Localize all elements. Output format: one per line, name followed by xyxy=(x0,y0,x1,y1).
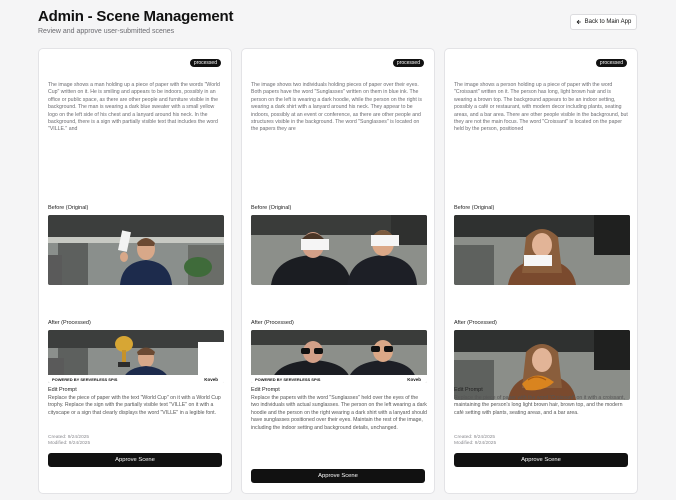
edit-prompt-label: Edit Prompt xyxy=(251,387,280,393)
modified-date: Modified: 9/24/2025 xyxy=(454,441,497,446)
scene-description: The image shows two individuals holding … xyxy=(251,82,423,133)
modified-date: Modified: 9/24/2025 xyxy=(48,441,91,446)
edit-prompt-text: Replace the piece of paper with the text… xyxy=(48,395,221,416)
scene-description: The image shows a person holding up a pi… xyxy=(454,82,628,133)
before-label: Before (Original) xyxy=(251,205,292,211)
before-image xyxy=(48,215,224,285)
status-badge: processed xyxy=(392,59,424,67)
scene-dates: Created: 9/24/2025 Modified: 9/24/2025 xyxy=(48,435,90,447)
after-image: POWERED BY SERVERLESS SPIS Koveb xyxy=(251,330,427,383)
arrow-left-icon xyxy=(576,19,581,25)
approve-scene-button[interactable]: Approve Scene xyxy=(454,453,628,467)
back-to-main-button[interactable]: Back to Main App xyxy=(570,14,637,30)
status-badge: processed xyxy=(595,59,627,67)
after-label: After (Processed) xyxy=(48,320,91,326)
after-label: After (Processed) xyxy=(454,320,497,326)
scene-card: processed The image shows a man holding … xyxy=(38,48,232,494)
after-banner-text: POWERED BY SERVERLESS SPIS xyxy=(52,377,118,382)
scene-card: processed The image shows a person holdi… xyxy=(444,48,638,494)
edit-prompt-label: Edit Prompt xyxy=(454,387,483,393)
page-subtitle: Review and approve user-submitted scenes xyxy=(38,28,175,35)
after-label: After (Processed) xyxy=(251,320,294,326)
edit-prompt-text: Replace the papers with the word "Sungla… xyxy=(251,395,427,431)
scene-dates: Created: 9/24/2025 Modified: 9/24/2025 xyxy=(454,435,496,447)
back-button-label: Back to Main App xyxy=(584,19,632,25)
approve-scene-button[interactable]: Approve Scene xyxy=(251,469,425,483)
before-image xyxy=(251,215,427,285)
page-title: Admin - Scene Management xyxy=(38,8,234,25)
before-image xyxy=(454,215,630,285)
status-badge: processed xyxy=(189,59,221,67)
scene-description: The image shows a man holding up a piece… xyxy=(48,82,220,133)
before-label: Before (Original) xyxy=(48,205,89,211)
before-label: Before (Original) xyxy=(454,205,495,211)
after-banner-text: POWERED BY SERVERLESS SPIS xyxy=(255,377,321,382)
edit-prompt-text: Replace the piece of paper with the word… xyxy=(454,395,625,416)
edit-prompt-label: Edit Prompt xyxy=(48,387,77,393)
after-brand-text: Koveb xyxy=(407,377,421,382)
after-brand-text: Koveb xyxy=(204,377,218,382)
scene-card: processed The image shows two individual… xyxy=(241,48,435,494)
approve-scene-button[interactable]: Approve Scene xyxy=(48,453,222,467)
after-image: POWERED BY SERVERLESS SPIS Koveb xyxy=(48,330,224,383)
